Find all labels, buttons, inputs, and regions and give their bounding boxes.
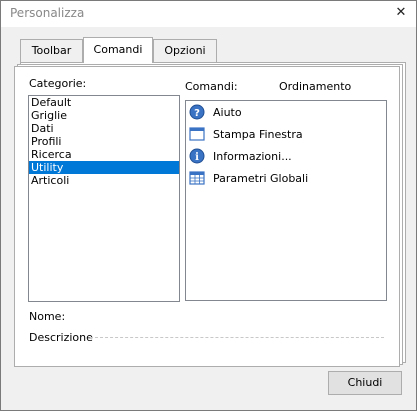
svg-text:?: ? — [194, 108, 200, 119]
title-bar: Personalizza ✕ — [1, 1, 416, 27]
comandi-label: Comandi: — [185, 80, 238, 93]
commands-listbox[interactable]: ? Aiuto Stampa Finestra i Informazioni..… — [185, 100, 387, 301]
category-item[interactable]: Default — [29, 96, 179, 109]
close-icon[interactable]: ✕ — [388, 2, 414, 24]
category-item[interactable]: Profili — [29, 135, 179, 148]
category-item[interactable]: Griglie — [29, 109, 179, 122]
category-item-selected[interactable]: Utility — [29, 161, 179, 174]
tab-comandi[interactable]: Comandi — [83, 37, 153, 63]
category-item[interactable]: Dati — [29, 122, 179, 135]
command-label: Parametri Globali — [213, 171, 309, 185]
command-item-stampa-finestra[interactable]: Stampa Finestra — [186, 123, 386, 145]
command-item-aiuto[interactable]: ? Aiuto — [186, 101, 386, 123]
command-item-informazioni[interactable]: i Informazioni... — [186, 145, 386, 167]
tab-toolbar[interactable]: Toolbar — [20, 39, 83, 62]
nome-label: Nome: — [29, 310, 66, 323]
descrizione-label: Descrizione — [29, 331, 93, 344]
command-item-parametri-globali[interactable]: Parametri Globali — [186, 167, 386, 189]
category-item[interactable]: Articoli — [29, 174, 179, 187]
command-label: Informazioni... — [213, 149, 292, 163]
ordinamento-label[interactable]: Ordinamento — [279, 80, 351, 93]
categorie-label: Categorie: — [29, 77, 87, 90]
svg-text:i: i — [195, 152, 199, 163]
categories-listbox[interactable]: Default Griglie Dati Profili Ricerca Uti… — [28, 95, 180, 302]
help-icon: ? — [189, 104, 205, 120]
info-icon: i — [189, 148, 205, 164]
close-button[interactable]: Chiudi — [328, 371, 402, 395]
window-icon — [189, 127, 205, 141]
command-label: Stampa Finestra — [213, 127, 303, 141]
grid-icon — [189, 171, 205, 185]
category-item[interactable]: Ricerca — [29, 148, 179, 161]
command-label: Aiuto — [213, 105, 242, 119]
description-separator — [90, 337, 384, 338]
tab-opzioni[interactable]: Opzioni — [153, 39, 217, 62]
customize-dialog: Personalizza ✕ Toolbar Comandi Opzioni C… — [0, 0, 417, 411]
comandi-tab-panel: Categorie: Comandi: Ordinamento Default … — [14, 66, 400, 367]
window-title: Personalizza — [10, 6, 85, 20]
